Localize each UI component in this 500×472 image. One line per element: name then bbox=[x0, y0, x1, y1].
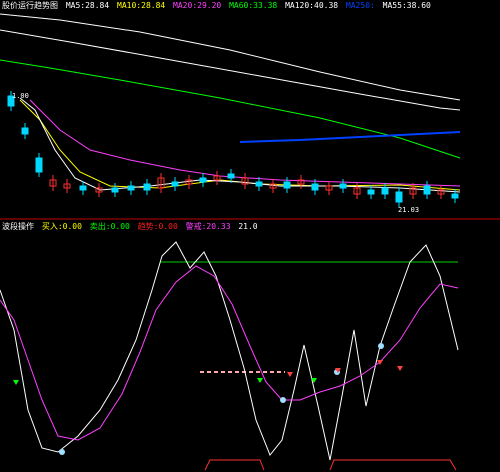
signal-arrow-4 bbox=[287, 372, 293, 377]
candlestick-5 bbox=[79, 185, 87, 191]
candlestick-29 bbox=[423, 185, 431, 195]
base-line-left bbox=[204, 459, 265, 471]
ma250-readout: MA250: bbox=[345, 1, 375, 10]
ma-line-long bbox=[0, 13, 461, 101]
signal-dot-3 bbox=[59, 449, 65, 455]
candlestick-31 bbox=[451, 193, 459, 199]
ma55-readout: MA55:38.60 bbox=[382, 1, 431, 10]
candlestick-11 bbox=[171, 181, 179, 187]
candlestick-26 bbox=[381, 187, 389, 195]
trend-readout: 趋势:0.00 bbox=[137, 222, 178, 231]
high-price-label: 1.00 bbox=[12, 92, 29, 100]
buy-readout: 买入:0.00 bbox=[41, 222, 82, 231]
ma60-line bbox=[0, 59, 461, 159]
candlestick-27 bbox=[395, 191, 403, 203]
candlestick-1 bbox=[21, 127, 29, 135]
warning-readout: 警戒:20.33 bbox=[185, 222, 231, 231]
signal-dot-2 bbox=[378, 343, 384, 349]
candlestick-9 bbox=[143, 183, 151, 191]
ma20-readout: MA20:29.20 bbox=[173, 1, 222, 10]
candlestick-21 bbox=[311, 183, 319, 191]
slow-line bbox=[0, 265, 459, 441]
stock-chart-window: 股价运行趋势图 MA5:28.84 MA10:28.84 MA20:29.20 … bbox=[0, 0, 500, 472]
fast-line bbox=[0, 241, 459, 461]
low-price-label: 21.03 bbox=[398, 206, 420, 214]
sell-readout: 卖出:0.00 bbox=[89, 222, 130, 231]
ma5-line bbox=[19, 97, 461, 193]
candlestick-23 bbox=[339, 183, 347, 189]
candlestick-13 bbox=[199, 177, 207, 183]
signal-arrow-0 bbox=[13, 380, 19, 385]
ma60-readout: MA60:33.38 bbox=[229, 1, 278, 10]
ma5-readout: MA5:28.84 bbox=[65, 1, 110, 10]
lower-panel-title: 波段操作 bbox=[2, 222, 34, 231]
ma250-line bbox=[239, 131, 461, 143]
chart-canvas[interactable] bbox=[0, 0, 500, 472]
ma-line-120 bbox=[0, 29, 461, 111]
ma10-readout: MA10:28.84 bbox=[117, 1, 166, 10]
extra-readout: 21.0 bbox=[238, 222, 258, 231]
ma10-line bbox=[19, 99, 461, 191]
lower-panel-header: 波段操作 买入:0.00 卖出:0.00 趋势:0.00 警戒:20.33 21… bbox=[2, 222, 261, 232]
ma120-readout: MA120:40.38 bbox=[285, 1, 339, 10]
candlestick-8 bbox=[127, 185, 135, 191]
base-line-right bbox=[329, 459, 457, 471]
signal-arrow-6 bbox=[397, 366, 403, 371]
candlestick-15 bbox=[227, 173, 235, 179]
signal-arrow-1 bbox=[257, 378, 263, 383]
candlestick-2 bbox=[35, 157, 43, 173]
candlestick-7 bbox=[111, 187, 119, 193]
signal-arrow-5 bbox=[377, 360, 383, 365]
candlestick-19 bbox=[283, 181, 291, 189]
upper-panel-header: 股价运行趋势图 MA5:28.84 MA10:28.84 MA20:29.20 … bbox=[2, 1, 434, 11]
upper-panel-title: 股价运行趋势图 bbox=[2, 1, 58, 10]
signal-dot-0 bbox=[280, 397, 286, 403]
candlestick-25 bbox=[367, 189, 375, 195]
candlestick-17 bbox=[255, 181, 263, 187]
